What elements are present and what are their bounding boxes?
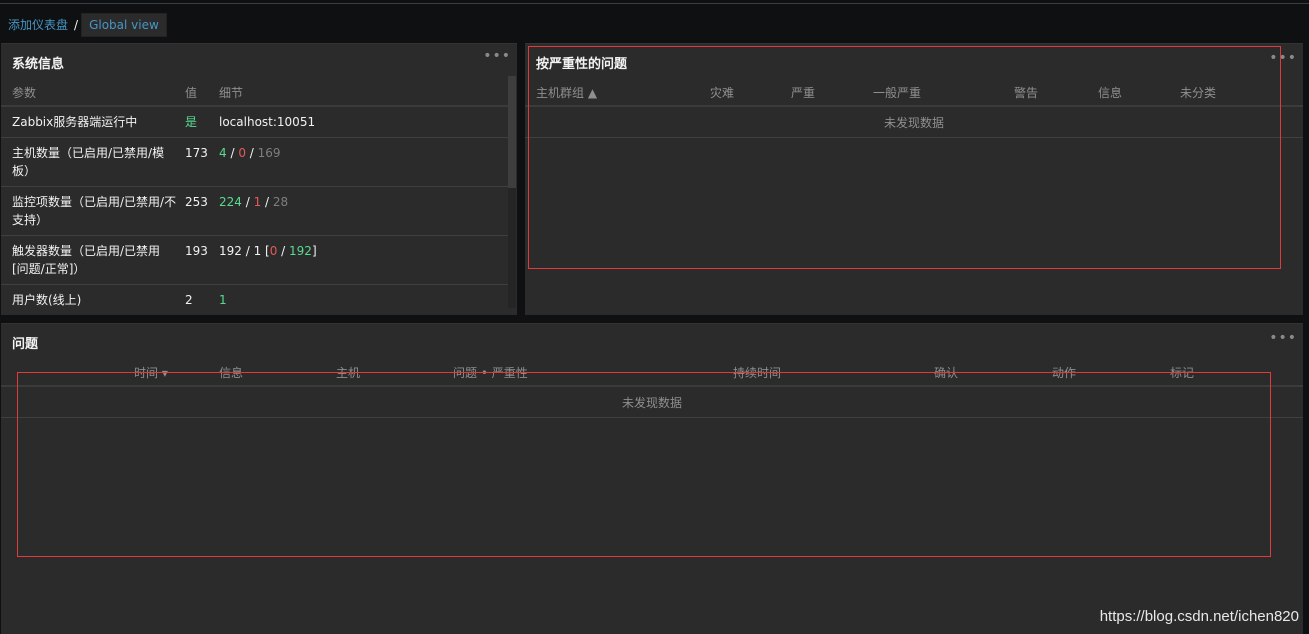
- triggers-problem-count: 0: [269, 244, 278, 258]
- column-header-detail: 细节: [219, 86, 244, 100]
- breadcrumb-separator: /: [74, 18, 79, 32]
- triggers-ok-count: 192: [289, 244, 312, 258]
- row-users-param: 用户数(线上): [12, 293, 82, 307]
- row-users-value: 2: [185, 293, 193, 307]
- column-header-param: 参数: [12, 86, 37, 100]
- row-items-value: 253: [185, 195, 208, 209]
- items-disabled-count: 1: [253, 195, 262, 209]
- more-dots-icon[interactable]: •••: [1269, 331, 1297, 345]
- row-divider: [1, 235, 508, 236]
- items-unsupported-count: 28: [272, 195, 289, 209]
- more-dots-icon[interactable]: •••: [483, 49, 511, 63]
- row-hosts-value: 173: [185, 146, 208, 160]
- system-info-scrollbar[interactable]: [508, 76, 516, 308]
- row-divider: [1, 137, 508, 138]
- widget-title: 问题: [12, 337, 39, 352]
- row-divider: [1, 186, 508, 187]
- watermark-text: https://blog.csdn.net/ichen820: [1099, 608, 1299, 625]
- hosts-template-count: 169: [257, 146, 281, 160]
- row-server-running-detail: localhost:10051: [219, 115, 316, 129]
- hosts-disabled-count: 0: [238, 146, 246, 160]
- row-triggers-value: 193: [185, 244, 208, 258]
- system-info-widget: 系统信息 ••• 参数 值 细节 Zabbix服务器端运行中 是 localho…: [1, 43, 517, 315]
- column-header-value: 值: [185, 86, 198, 100]
- triggers-disabled-count: 1: [253, 244, 262, 258]
- hosts-enabled-count: 4: [219, 146, 227, 160]
- row-items-param: 监控项数量（已启用/已禁用/不支持）: [12, 195, 177, 227]
- items-enabled-count: 224: [219, 195, 242, 209]
- row-triggers-detail: 192 / 1 [0 / 192]: [219, 244, 317, 258]
- row-triggers-param: 触发器数量（已启用/已禁用[问题/正常]）: [12, 244, 161, 276]
- row-hosts-detail: 4 / 0 / 169: [219, 146, 281, 160]
- highlight-box: [528, 46, 1281, 269]
- row-divider: [1, 284, 508, 285]
- header-divider: [1, 105, 508, 107]
- breadcrumb-current-dashboard[interactable]: Global view: [81, 13, 167, 37]
- row-server-running-value: 是: [185, 115, 198, 129]
- scrollbar-thumb[interactable]: [508, 76, 516, 188]
- row-hosts-param: 主机数量（已启用/已禁用/模板）: [12, 146, 165, 178]
- highlight-box: [17, 372, 1271, 557]
- row-users-detail: 1: [219, 293, 227, 307]
- row-items-detail: 224 / 1 / 28: [219, 195, 289, 209]
- breadcrumb-add-dashboard-link[interactable]: 添加仪表盘: [0, 14, 74, 36]
- triggers-enabled-count: 192: [219, 244, 242, 258]
- widget-title: 系统信息: [12, 57, 65, 72]
- top-divider: [0, 3, 1309, 4]
- breadcrumb: 添加仪表盘 / Global view: [0, 13, 167, 37]
- row-server-running-param: Zabbix服务器端运行中: [12, 115, 138, 129]
